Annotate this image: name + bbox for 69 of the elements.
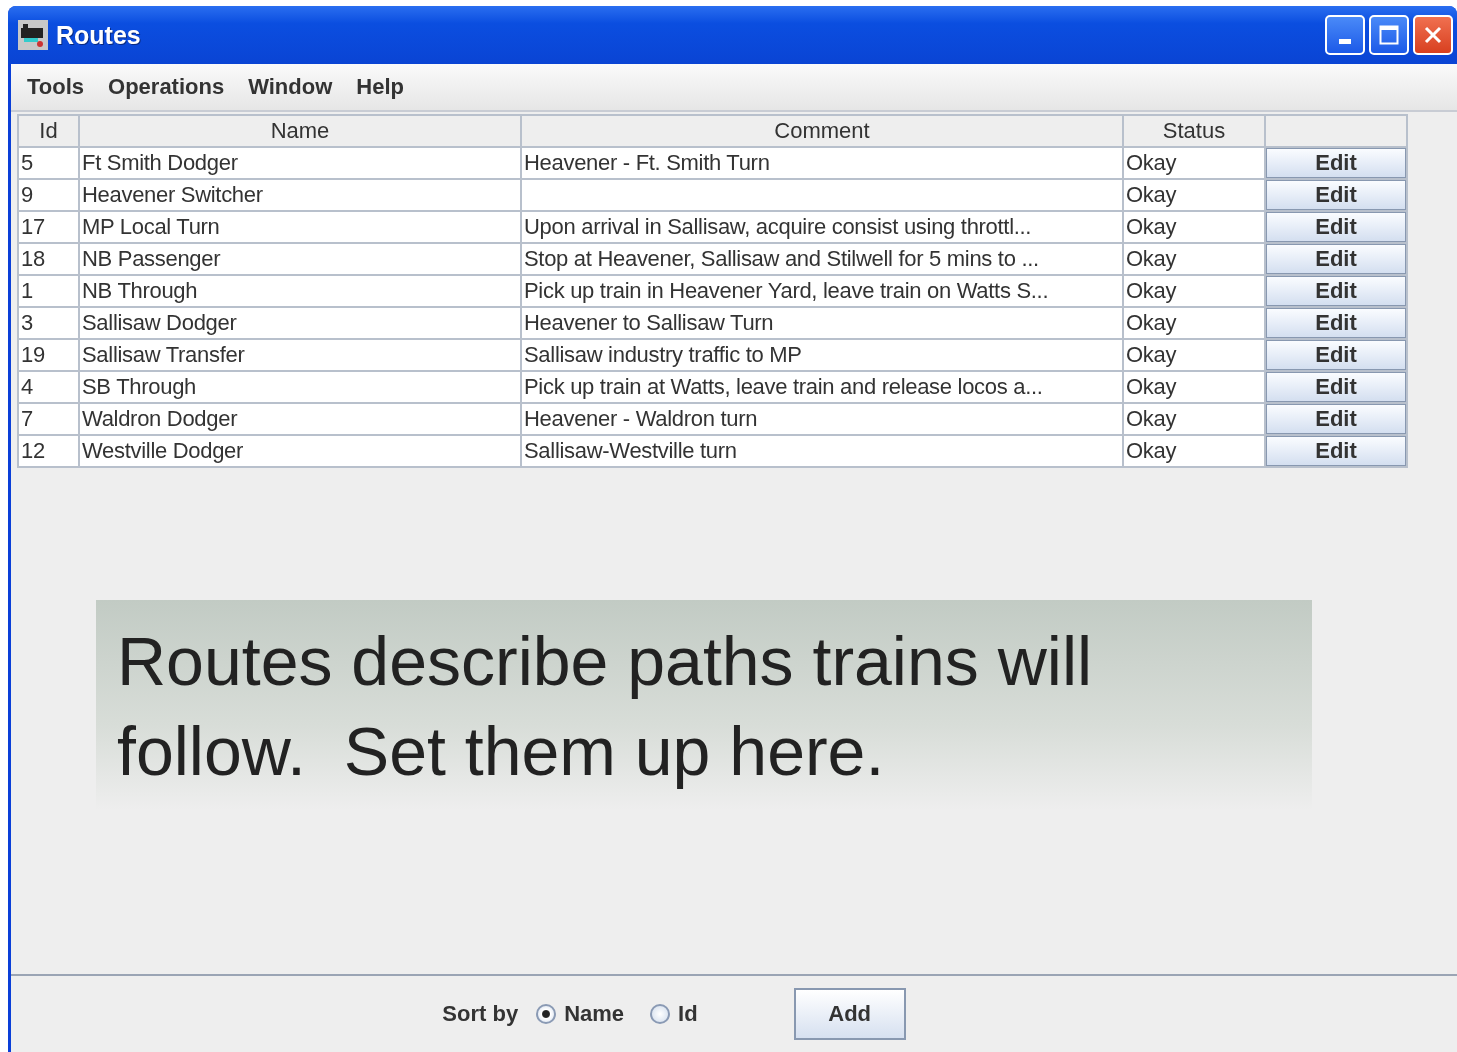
maximize-icon xyxy=(1379,25,1399,45)
table-cell: Okay xyxy=(1123,435,1265,467)
table-cell: 7 xyxy=(18,403,79,435)
table-cell: Heavener - Waldron turn xyxy=(521,403,1123,435)
table-cell: Okay xyxy=(1123,371,1265,403)
sort-radio[interactable]: Id xyxy=(650,1001,698,1027)
table-cell: Sallisaw industry traffic to MP xyxy=(521,339,1123,371)
table-cell: 18 xyxy=(18,243,79,275)
table-cell: Sallisaw Transfer xyxy=(79,339,521,371)
add-button[interactable]: Add xyxy=(793,988,906,1040)
menu-item[interactable]: Operations xyxy=(108,74,225,100)
minimize-button[interactable] xyxy=(1325,15,1365,55)
table-cell: Upon arrival in Sallisaw, acquire consist using throttl... xyxy=(521,211,1123,243)
table-cell: NB Passenger xyxy=(79,243,521,275)
table-cell: Okay xyxy=(1123,179,1265,211)
close-button[interactable] xyxy=(1413,15,1453,55)
close-icon xyxy=(1423,25,1443,45)
sort-label: Sort by xyxy=(442,1001,519,1027)
edit-button[interactable]: Edit xyxy=(1266,404,1406,434)
edit-button[interactable]: Edit xyxy=(1266,212,1406,242)
table-cell: Okay xyxy=(1123,147,1265,179)
table-cell: Okay xyxy=(1123,403,1265,435)
table-cell: Waldron Dodger xyxy=(79,403,521,435)
table-cell: Okay xyxy=(1123,243,1265,275)
table-cell: 12 xyxy=(18,435,79,467)
table-cell: Ft Smith Dodger xyxy=(79,147,521,179)
table-cell: Okay xyxy=(1123,211,1265,243)
edit-button[interactable]: Edit xyxy=(1266,276,1406,306)
column-header[interactable]: Comment xyxy=(521,115,1123,147)
table-cell: 19 xyxy=(18,339,79,371)
column-header[interactable]: Name xyxy=(79,115,521,147)
table-cell: 1 xyxy=(18,275,79,307)
menu-item[interactable]: Window xyxy=(248,74,333,100)
maximize-button[interactable] xyxy=(1369,15,1409,55)
table-cell: 17 xyxy=(18,211,79,243)
table-cell: SB Through xyxy=(79,371,521,403)
table-cell: 4 xyxy=(18,371,79,403)
menu-item[interactable]: Help xyxy=(356,74,404,100)
table-cell: Okay xyxy=(1123,307,1265,339)
table-cell: MP Local Turn xyxy=(79,211,521,243)
table-cell: Pick up train at Watts, leave train and release locos a... xyxy=(521,371,1123,403)
table-cell: 9 xyxy=(18,179,79,211)
edit-button[interactable]: Edit xyxy=(1266,148,1406,178)
edit-button[interactable]: Edit xyxy=(1266,436,1406,466)
edit-button[interactable]: Edit xyxy=(1266,372,1406,402)
table-cell: Sallisaw-Westville turn xyxy=(521,435,1123,467)
edit-button[interactable]: Edit xyxy=(1266,244,1406,274)
column-header[interactable]: Id xyxy=(18,115,79,147)
table-cell: Pick up train in Heavener Yard, leave train on Watts S... xyxy=(521,275,1123,307)
table-cell: Heavener Switcher xyxy=(79,179,521,211)
table-cell: Okay xyxy=(1123,275,1265,307)
edit-button[interactable]: Edit xyxy=(1266,308,1406,338)
table-cell: Sallisaw Dodger xyxy=(79,307,521,339)
table-cell: Stop at Heavener, Sallisaw and Stilwell for 5 mins to ... xyxy=(521,243,1123,275)
table-cell: NB Through xyxy=(79,275,521,307)
table-cell: Heavener to Sallisaw Turn xyxy=(521,307,1123,339)
table-cell: Heavener - Ft. Smith Turn xyxy=(521,147,1123,179)
table-cell: 3 xyxy=(18,307,79,339)
column-header[interactable]: Status xyxy=(1123,115,1265,147)
edit-button[interactable]: Edit xyxy=(1266,340,1406,370)
table-cell: Okay xyxy=(1123,339,1265,371)
window-title: Routes xyxy=(56,20,141,50)
table-cell: Westville Dodger xyxy=(79,435,521,467)
locomotive-icon xyxy=(18,20,48,50)
menu-item[interactable]: Tools xyxy=(27,74,85,100)
minimize-icon xyxy=(1339,39,1351,45)
table-cell: 5 xyxy=(18,147,79,179)
sort-radio[interactable]: Name xyxy=(536,1001,625,1027)
edit-button[interactable]: Edit xyxy=(1266,180,1406,210)
